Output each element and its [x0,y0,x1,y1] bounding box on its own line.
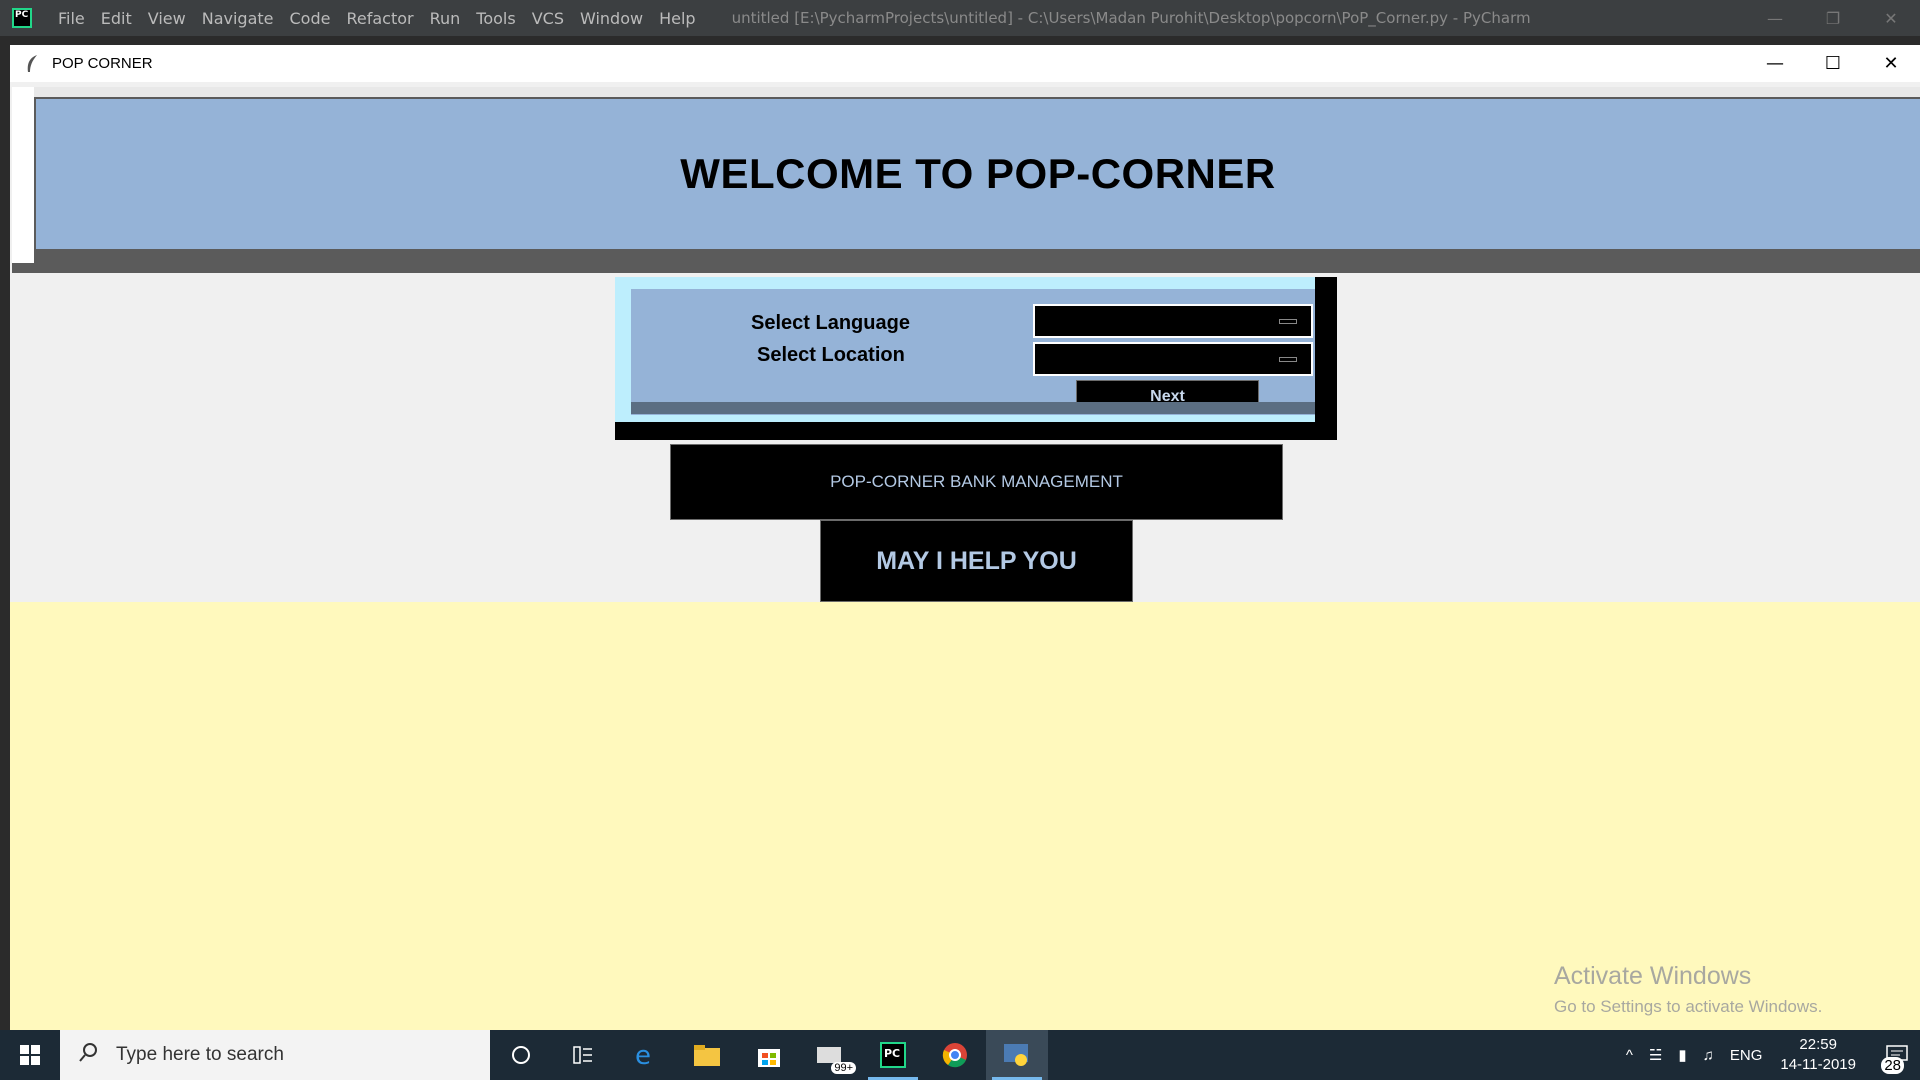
pycharm-taskbar-icon[interactable]: PC [862,1030,924,1080]
header-bevel-left [12,87,34,263]
minimize-icon[interactable]: — [1746,0,1804,36]
ide-menu: File Edit View Navigate Code Refactor Ru… [50,9,704,28]
minimize-icon[interactable]: — [1746,45,1804,82]
bank-management-button[interactable]: POP-CORNER BANK MANAGEMENT [670,444,1283,520]
taskbar: Type here to search e 99+ PC ^ ☱ ▮ ♫ ENG… [0,1030,1920,1080]
show-hidden-icons-icon[interactable]: ^ [1626,1047,1633,1064]
mail-icon[interactable]: 99+ [800,1030,862,1080]
close-icon[interactable]: ✕ [1862,0,1920,36]
task-view-icon[interactable] [552,1030,614,1080]
edge-browser-icon[interactable]: e [614,1030,676,1080]
taskbar-apps: e 99+ PC [490,1030,1048,1080]
wifi-icon[interactable]: ☱ [1649,1046,1662,1064]
activate-windows-watermark: Activate Windows Go to Settings to activ… [1554,962,1822,1017]
menu-code[interactable]: Code [282,9,339,28]
system-tray: ^ ☱ ▮ ♫ ENG 22:59 14-11-2019 28 [1618,1030,1920,1080]
menu-view[interactable]: View [140,9,194,28]
ide-menu-bar: File Edit View Navigate Code Refactor Ru… [0,0,1920,36]
dropdown-arrow-icon[interactable] [1279,357,1297,362]
menu-vcs[interactable]: VCS [524,9,572,28]
pop-corner-window: POP CORNER — ☐ ✕ WELCOME TO POP-CORNER S… [10,45,1920,1030]
search-placeholder: Type here to search [116,1044,284,1065]
selection-panel: Select Language Select Location Next [631,289,1315,415]
close-icon[interactable]: ✕ [1862,45,1920,82]
svg-text:PC: PC [884,1047,900,1060]
action-center-icon[interactable]: 28 [1874,1030,1920,1080]
window-body: WELCOME TO POP-CORNER Select Language Se… [10,82,1920,1030]
page-title: WELCOME TO POP-CORNER [680,150,1276,197]
language-combobox[interactable] [1033,304,1313,338]
search-icon [78,1041,100,1069]
watermark-subtitle: Go to Settings to activate Windows. [1554,997,1823,1016]
ide-window-controls: — ❐ ✕ [1746,0,1920,36]
ide-window-title: untitled [E:\PycharmProjects\untitled] -… [731,9,1531,27]
file-explorer-icon[interactable] [676,1030,738,1080]
maximize-icon[interactable]: ☐ [1804,45,1862,82]
clock[interactable]: 22:59 14-11-2019 [1780,1035,1856,1075]
menu-run[interactable]: Run [422,9,469,28]
python-app-icon[interactable] [986,1030,1048,1080]
clock-time: 22:59 [1799,1036,1837,1053]
menu-tools[interactable]: Tools [468,9,523,28]
cortana-icon[interactable] [490,1030,552,1080]
header-panel: WELCOME TO POP-CORNER [36,99,1920,249]
dropdown-arrow-icon[interactable] [1279,319,1297,324]
header-frame: WELCOME TO POP-CORNER [12,87,1920,273]
notification-count: 28 [1881,1057,1904,1074]
start-button[interactable] [0,1030,60,1080]
menu-navigate[interactable]: Navigate [194,9,282,28]
window-controls: — ☐ ✕ [1746,45,1920,82]
language-indicator[interactable]: ENG [1730,1047,1763,1064]
svg-text:e: e [635,1042,651,1068]
restore-icon[interactable]: ❐ [1804,0,1862,36]
store-icon[interactable] [738,1030,800,1080]
menu-window[interactable]: Window [572,9,651,28]
clock-date: 14-11-2019 [1780,1056,1856,1073]
help-button[interactable]: MAY I HELP YOU [820,520,1133,602]
location-label: Select Location [757,344,905,366]
language-label: Select Language [751,312,910,334]
tk-feather-icon [22,54,42,74]
menu-edit[interactable]: Edit [93,9,140,28]
pycharm-logo-icon [12,8,32,28]
selection-frame: Select Language Select Location Next [615,277,1337,440]
watermark-title: Activate Windows [1554,962,1752,990]
chrome-icon[interactable] [924,1030,986,1080]
selection-frame-shadow [631,402,1315,414]
header-bevel-top [22,87,1920,97]
menu-help[interactable]: Help [651,9,703,28]
location-combobox[interactable] [1033,342,1313,376]
volume-icon[interactable]: ♫ [1703,1047,1714,1064]
menu-refactor[interactable]: Refactor [338,9,421,28]
windows-logo-icon [20,1045,40,1065]
battery-icon[interactable]: ▮ [1678,1046,1686,1064]
menu-file[interactable]: File [50,9,93,28]
mail-badge: 99+ [831,1062,856,1074]
taskbar-search-box[interactable]: Type here to search [60,1030,490,1080]
window-title: POP CORNER [52,55,153,72]
window-titlebar[interactable]: POP CORNER — ☐ ✕ [10,45,1920,82]
